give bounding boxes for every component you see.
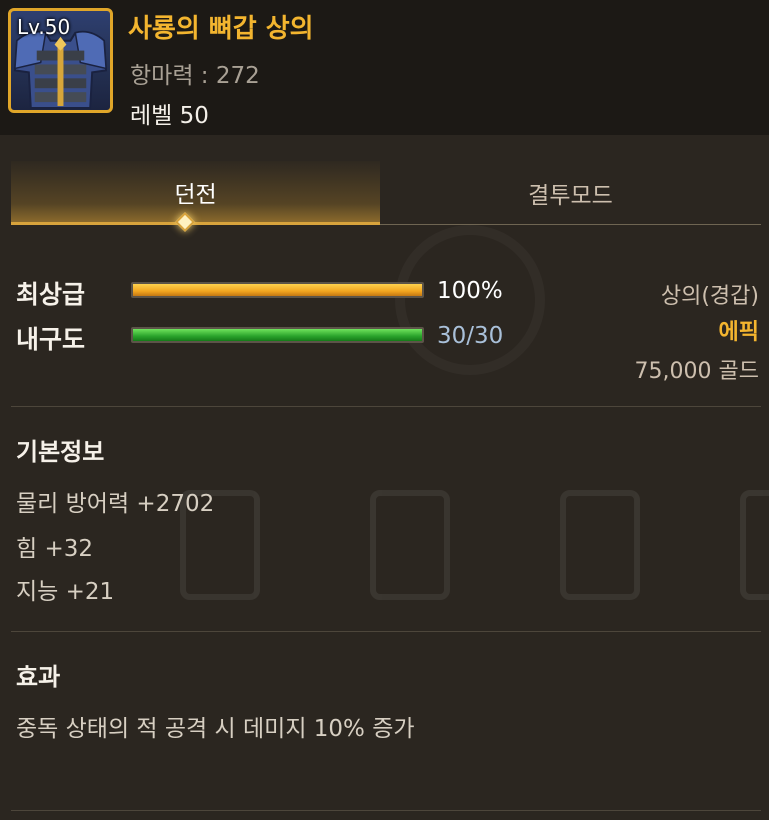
- tab-duel-mode-label: 결투모드: [528, 183, 613, 209]
- tab-dungeon[interactable]: 던전: [11, 161, 380, 225]
- durability-value: 30/30: [437, 323, 504, 349]
- mode-tabs: 던전 결투모드: [11, 161, 761, 225]
- durability-bar-fill: [133, 329, 422, 341]
- tab-dungeon-label: 던전: [174, 181, 217, 208]
- quality-value: 100%: [437, 278, 503, 304]
- divider: [11, 810, 761, 811]
- tab-duel-mode[interactable]: 결투모드: [380, 161, 761, 225]
- effect-title: 효과: [16, 663, 61, 691]
- quality-bar: [131, 282, 424, 298]
- durability-bar: [131, 327, 424, 343]
- item-grade: 에픽: [718, 320, 759, 345]
- durability-label: 내구도: [16, 325, 86, 354]
- basic-info-title: 기본정보: [16, 438, 105, 466]
- item-header: Lv.50 사룡의 뼈갑 상의 항마력 : 272 레벨 50: [0, 0, 769, 135]
- quality-label: 최상급: [16, 280, 86, 309]
- item-level-badge: Lv.50: [17, 15, 71, 39]
- divider: [11, 631, 761, 632]
- magic-resistance: 항마력 : 272: [130, 63, 260, 89]
- item-level: 레벨 50: [130, 103, 209, 129]
- item-type: 상의(경갑): [660, 284, 759, 309]
- background-decoration: [140, 470, 769, 620]
- item-icon: Lv.50: [8, 8, 113, 113]
- quality-bar-fill: [133, 284, 422, 296]
- divider: [11, 406, 761, 407]
- effect-text: 중독 상태의 적 공격 시 데미지 10% 증가: [16, 716, 415, 742]
- item-name: 사룡의 뼈갑 상의: [128, 14, 314, 44]
- basic-stat-line: 지능 +21: [16, 579, 115, 605]
- item-price: 75,000 골드: [634, 359, 759, 384]
- basic-stat-line: 힘 +32: [16, 536, 94, 562]
- basic-stat-line: 물리 방어력 +2702: [16, 491, 215, 517]
